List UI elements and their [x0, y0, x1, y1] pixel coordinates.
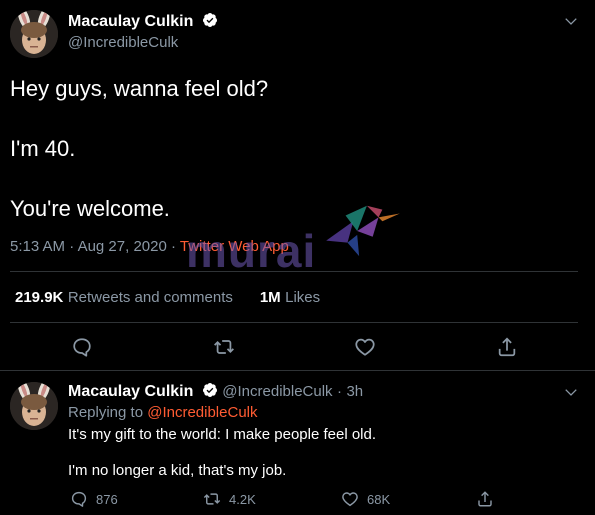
- like-icon: [342, 492, 358, 507]
- likes-stat[interactable]: 1M Likes: [260, 289, 320, 306]
- reply-reply-action[interactable]: 876: [70, 490, 118, 508]
- share-icon[interactable]: [496, 336, 518, 358]
- retweet-count: 4.2K: [229, 491, 256, 507]
- tweet-text-line-2: I'm 40.: [10, 136, 76, 161]
- watermark-text: murai: [186, 225, 317, 277]
- author-name[interactable]: Macaulay Culkin: [68, 13, 193, 30]
- divider: [10, 322, 578, 323]
- share-icon: [478, 491, 492, 507]
- reply-icon[interactable]: [71, 336, 93, 358]
- reply-like-action[interactable]: 68K: [341, 490, 390, 508]
- stats-row: 219.9K Retweets and comments 1M Likes: [15, 289, 320, 307]
- reply-text-line-2: I'm no longer a kid, that's my job.: [68, 462, 287, 479]
- likes-label: Likes: [285, 289, 321, 306]
- retweet-icon[interactable]: [213, 336, 235, 358]
- tweet-text-line-1: Hey guys, wanna feel old?: [10, 76, 269, 101]
- hummingbird-icon: [326, 205, 400, 257]
- meta-separator: ·: [69, 238, 75, 255]
- chevron-down-icon[interactable]: [564, 385, 578, 399]
- author-handle[interactable]: @IncredibleCulk: [68, 34, 178, 51]
- tweet-text-line-3: You're welcome.: [10, 196, 170, 221]
- reply-author-name[interactable]: Macaulay Culkin: [68, 383, 193, 400]
- reply-age[interactable]: 3h: [346, 383, 363, 400]
- reply-retweet-action[interactable]: 4.2K: [203, 490, 256, 508]
- verified-icon: [202, 13, 217, 27]
- reply-avatar[interactable]: [10, 382, 58, 430]
- chevron-down-icon[interactable]: [564, 14, 578, 28]
- replying-label: Replying to: [68, 404, 144, 421]
- verified-icon: [202, 383, 217, 397]
- like-icon[interactable]: [354, 336, 376, 358]
- reply-count: 876: [96, 491, 118, 507]
- avatar-image: [10, 10, 58, 58]
- meta-separator: ·: [170, 238, 176, 255]
- retweets-label: Retweets and comments: [67, 289, 233, 306]
- reply-text-line-1: It's my gift to the world: I make people…: [68, 426, 377, 443]
- like-count: 68K: [367, 491, 391, 507]
- tweet-time[interactable]: 5:13 AM: [10, 238, 65, 255]
- avatar[interactable]: [10, 10, 58, 58]
- avatar-image: [10, 382, 58, 430]
- reply-share-action[interactable]: [476, 490, 494, 508]
- meta-separator: ·: [337, 383, 343, 400]
- reply-author-handle[interactable]: @IncredibleCulk: [222, 383, 332, 400]
- retweets-stat[interactable]: 219.9K Retweets and comments: [15, 289, 233, 306]
- likes-count: 1M: [259, 289, 281, 306]
- retweets-count: 219.9K: [15, 289, 64, 306]
- retweet-icon: [203, 493, 221, 505]
- divider: [10, 271, 578, 272]
- replying-to-handle[interactable]: @IncredibleCulk: [147, 404, 257, 421]
- tweet-date[interactable]: Aug 27, 2020: [78, 238, 167, 255]
- replying-to: Replying to @IncredibleCulk: [68, 404, 258, 421]
- divider: [0, 370, 595, 371]
- reply-header: Macaulay Culkin @IncredibleCulk · 3h: [68, 382, 363, 401]
- reply-icon: [71, 491, 87, 507]
